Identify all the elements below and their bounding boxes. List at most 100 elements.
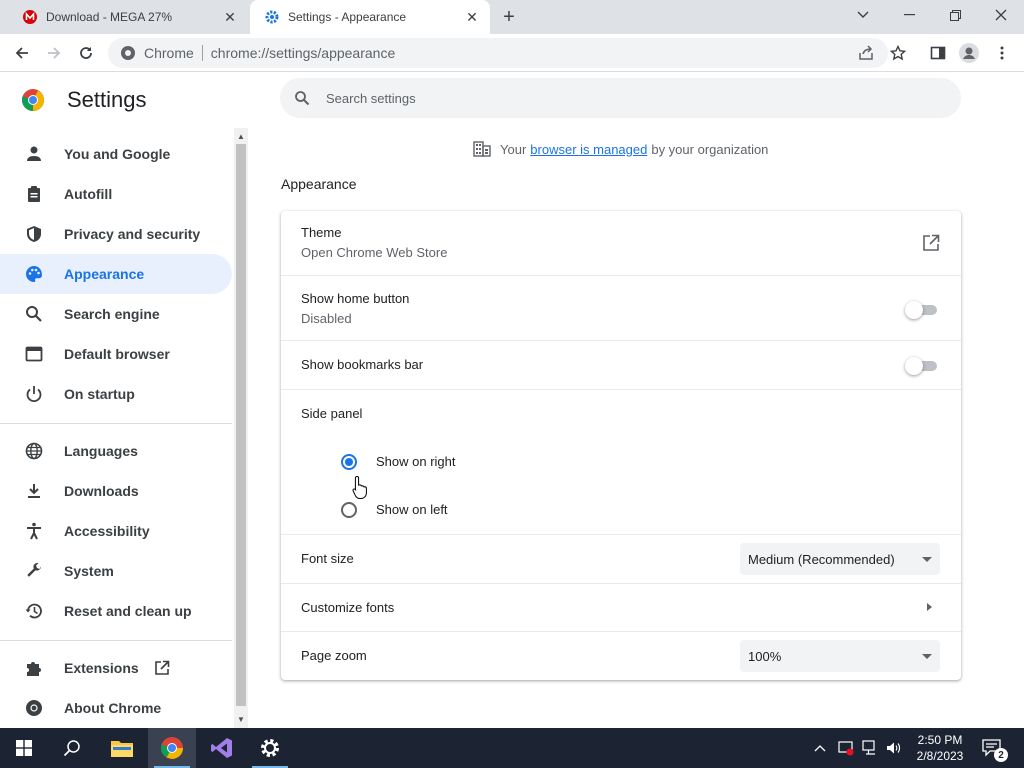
share-icon[interactable] (855, 42, 877, 64)
sidebar-item-label: Downloads (64, 483, 139, 499)
sidebar-item-label: Languages (64, 443, 138, 459)
show-on-right-label[interactable]: Show on right (376, 454, 456, 469)
page-zoom-value: 100% (748, 648, 782, 664)
home-button-sub: Disabled (301, 311, 352, 326)
sidebar-item-privacy-and-security[interactable]: Privacy and security (0, 214, 232, 254)
home-button-row[interactable]: Show home button Disabled (281, 275, 961, 340)
bookmark-star-icon[interactable] (887, 42, 909, 64)
scrollbar-thumb[interactable] (236, 144, 246, 706)
sidebar-item-on-startup[interactable]: On startup (0, 374, 232, 414)
visual-studio-icon[interactable] (198, 728, 246, 768)
scroll-down-arrow-icon[interactable]: ▼ (234, 712, 248, 726)
network-icon[interactable] (862, 728, 880, 768)
sidebar-item-accessibility[interactable]: Accessibility (0, 511, 232, 551)
search-icon (24, 304, 44, 324)
back-icon[interactable] (8, 39, 36, 67)
close-window-button[interactable] (978, 0, 1024, 30)
person-icon (24, 144, 44, 164)
browser-window-icon (24, 344, 44, 364)
sidebar-item-system[interactable]: System (0, 551, 232, 591)
close-tab-icon[interactable]: ✕ (462, 7, 482, 27)
page-zoom-row: Page zoom 100% (281, 631, 961, 680)
forward-icon[interactable] (40, 39, 68, 67)
show-on-right-radio[interactable] (341, 454, 357, 470)
customize-fonts-label: Customize fonts (301, 600, 395, 615)
bookmarks-bar-row[interactable]: Show bookmarks bar (281, 340, 961, 389)
search-settings-input[interactable]: Search settings (280, 78, 961, 118)
dropdown-caret-icon (922, 653, 932, 659)
bookmarks-bar-toggle[interactable] (905, 357, 939, 375)
new-tab-button[interactable]: + (498, 6, 520, 28)
page-zoom-select[interactable]: 100% (740, 640, 940, 672)
open-in-new-icon[interactable] (921, 233, 941, 253)
toggle-knob (905, 357, 923, 375)
customize-fonts-row[interactable]: Customize fonts (281, 583, 961, 631)
show-hidden-icons-icon[interactable] (814, 728, 826, 768)
security-tray-icon[interactable] (838, 728, 854, 768)
sidebar-item-default-browser[interactable]: Default browser (0, 334, 232, 374)
notification-count-badge: 2 (994, 748, 1008, 762)
side-panel-row: Side panel Show on right Show on left (281, 389, 961, 534)
building-icon (472, 139, 492, 159)
theme-row[interactable]: Theme Open Chrome Web Store (281, 211, 961, 275)
tab-settings-appearance[interactable]: Settings - Appearance ✕ (250, 0, 490, 34)
bookmarks-bar-label: Show bookmarks bar (301, 357, 424, 372)
download-icon (24, 481, 44, 501)
sidebar-item-you-and-google[interactable]: You and Google (0, 134, 232, 174)
tab-title: Download - MEGA 27% (46, 10, 173, 24)
shield-icon (24, 224, 44, 244)
puzzle-icon (24, 658, 44, 678)
home-button-toggle[interactable] (905, 301, 939, 319)
chevron-right-icon (927, 603, 932, 611)
tab-search-icon[interactable] (840, 0, 886, 30)
sidebar-item-reset-and-clean-up[interactable]: Reset and clean up (0, 591, 232, 631)
font-size-row: Font size Medium (Recommended) (281, 534, 961, 583)
tab-mega-download[interactable]: Download - MEGA 27% ✕ (8, 0, 248, 34)
theme-sub: Open Chrome Web Store (301, 245, 448, 260)
sidebar-item-languages[interactable]: Languages (0, 431, 232, 471)
sidebar-item-label: Extensions (64, 660, 139, 676)
accessibility-icon (24, 521, 44, 541)
volume-icon[interactable] (886, 728, 902, 768)
sidebar-item-about-chrome[interactable]: About Chrome (0, 688, 232, 728)
wrench-icon (24, 561, 44, 581)
start-button[interactable] (0, 728, 48, 768)
sidebar-item-appearance[interactable]: Appearance (0, 254, 232, 294)
browser-managed-link[interactable]: browser is managed (530, 142, 647, 157)
notification-center-icon[interactable]: 2 (982, 728, 1008, 768)
sidebar-item-label: On startup (64, 386, 135, 402)
profile-avatar[interactable] (958, 42, 980, 64)
settings-title: Settings (67, 87, 147, 112)
taskbar-clock[interactable]: 2:50 PM 2/8/2023 (912, 732, 968, 764)
minimize-button[interactable] (886, 0, 932, 30)
scroll-up-arrow-icon[interactable]: ▲ (234, 129, 248, 143)
more-menu-icon[interactable] (991, 42, 1013, 64)
sidebar-item-search-engine[interactable]: Search engine (0, 294, 232, 334)
sidebar-item-label: Appearance (64, 266, 145, 282)
tab-title: Settings - Appearance (288, 10, 407, 24)
home-button-label: Show home button (301, 291, 410, 306)
side-panel-icon[interactable] (927, 42, 949, 64)
chrome-taskbar-icon[interactable] (148, 728, 196, 768)
file-explorer-icon[interactable] (98, 728, 146, 768)
chrome-icon (24, 698, 44, 718)
history-icon (24, 601, 44, 621)
sidebar-item-autofill[interactable]: Autofill (0, 174, 232, 214)
globe-icon (24, 441, 44, 461)
sidebar-item-label: Reset and clean up (64, 603, 192, 619)
sidebar-item-downloads[interactable]: Downloads (0, 471, 232, 511)
font-size-select[interactable]: Medium (Recommended) (740, 543, 940, 575)
sidebar-item-label: Autofill (64, 186, 113, 202)
show-on-left-radio[interactable] (341, 502, 357, 518)
restore-button[interactable] (932, 0, 978, 30)
taskbar-search-icon[interactable] (48, 728, 96, 768)
show-on-left-label[interactable]: Show on left (376, 502, 448, 517)
settings-header: Settings (0, 72, 232, 128)
address-bar[interactable]: Chrome chrome://settings/appearance (108, 38, 888, 68)
sidebar-item-extensions[interactable]: Extensions (0, 648, 232, 688)
close-tab-icon[interactable]: ✕ (220, 7, 240, 27)
url-text[interactable]: chrome://settings/appearance (211, 45, 395, 61)
settings-taskbar-icon[interactable] (246, 728, 294, 768)
theme-label: Theme (301, 225, 342, 240)
reload-icon[interactable] (72, 39, 100, 67)
